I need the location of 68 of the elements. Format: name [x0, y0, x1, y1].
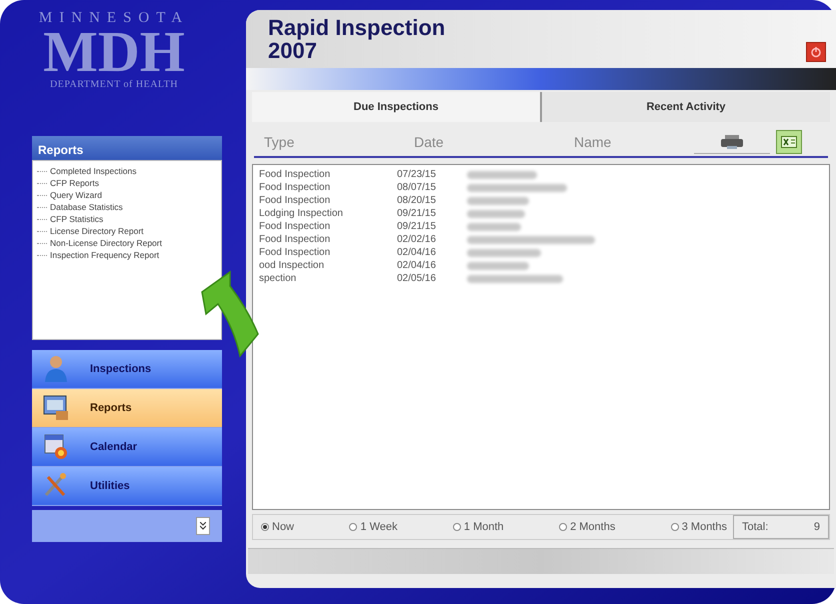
table-cell-text: 08/07/15	[397, 181, 437, 195]
table-cell-text: Food Inspection	[259, 220, 332, 234]
options-button[interactable]	[196, 517, 210, 535]
logo-text: DEPARTMENT of HEALTH	[50, 78, 178, 92]
tab[interactable]: Recent Activity	[540, 92, 830, 122]
calendar-icon	[42, 432, 70, 462]
range-option[interactable]: Now	[261, 518, 294, 536]
tree-item[interactable]: Non-License Directory Report	[50, 237, 162, 249]
table-cell-text: Food Inspection	[259, 194, 332, 208]
table-cell-text: Lodging Inspection	[259, 207, 344, 221]
blurred-name	[467, 196, 529, 204]
table-cell-text: 09/21/15	[397, 220, 437, 234]
tab[interactable]: Due Inspections	[252, 92, 540, 122]
range-option[interactable]: 3 Months	[670, 518, 727, 536]
radio-button[interactable]	[261, 523, 269, 531]
tree-item[interactable]: CFP Reports	[50, 177, 99, 189]
total-label: Total:	[742, 520, 768, 535]
printer-icon	[721, 134, 743, 148]
table-cell-text: Food Inspection	[259, 181, 332, 195]
radio-button[interactable]	[559, 523, 568, 531]
logo-text: MINNESOTA	[38, 10, 190, 26]
range-option[interactable]: 2 Months	[559, 518, 616, 536]
table-cell-text: ood Inspection	[259, 259, 326, 273]
export-button[interactable]	[776, 130, 802, 154]
table-cell-text: 09/21/15	[397, 207, 437, 221]
blurred-name	[467, 222, 521, 230]
radio-button[interactable]	[670, 523, 679, 531]
column-header: Name	[574, 132, 612, 152]
report-icon	[42, 393, 70, 423]
table-cell-text: 02/04/16	[397, 259, 437, 273]
app-title: Rapid Inspection	[268, 16, 446, 39]
logo-text: MDH	[43, 26, 185, 78]
table-cell-text: 02/04/16	[397, 246, 437, 260]
total-value: 9	[814, 520, 820, 535]
column-header: Date	[414, 132, 445, 152]
table-cell-text: 07/23/15	[397, 168, 437, 182]
tree-item[interactable]: CFP Statistics	[50, 213, 104, 225]
nav-button[interactable]: Calendar	[32, 428, 222, 466]
table-cell-text: Food Inspection	[259, 233, 332, 247]
blurred-name	[467, 210, 525, 218]
blurred-name	[467, 170, 537, 178]
range-option[interactable]: 1 Week	[349, 518, 398, 536]
nav-button[interactable]: Inspections	[32, 350, 222, 388]
tree-item[interactable]: Database Statistics	[50, 201, 123, 213]
nav-button[interactable]: Reports	[32, 389, 222, 427]
table-cell-text: 02/05/16	[397, 272, 437, 286]
radio-button[interactable]	[349, 523, 358, 531]
column-header: Type	[264, 132, 296, 152]
power-button[interactable]	[806, 42, 826, 62]
table-cell-text: spection	[259, 272, 298, 286]
nav-button[interactable]: Utilities	[32, 467, 222, 505]
blurred-name	[467, 262, 529, 270]
power-icon	[810, 46, 822, 58]
tree-item[interactable]: License Directory Report	[50, 225, 144, 237]
chevron-icon	[200, 522, 206, 530]
tree-item[interactable]: Completed Inspections	[50, 165, 136, 177]
panel-header: Reports	[32, 136, 222, 160]
app-subtitle: 2007	[268, 39, 317, 62]
table-cell-text: Food Inspection	[259, 168, 332, 182]
table-cell-text: Food Inspection	[259, 246, 332, 260]
radio-button[interactable]	[452, 523, 461, 531]
table-cell-text: 08/20/15	[397, 194, 437, 208]
table-cell-text: 02/02/16	[397, 233, 437, 247]
spreadsheet-icon	[781, 136, 797, 148]
range-option[interactable]: 1 Month	[452, 518, 504, 536]
tree-item[interactable]: Inspection Frequency Report	[50, 249, 160, 261]
tree-item[interactable]: Query Wizard	[50, 189, 102, 201]
person-icon	[42, 354, 70, 384]
